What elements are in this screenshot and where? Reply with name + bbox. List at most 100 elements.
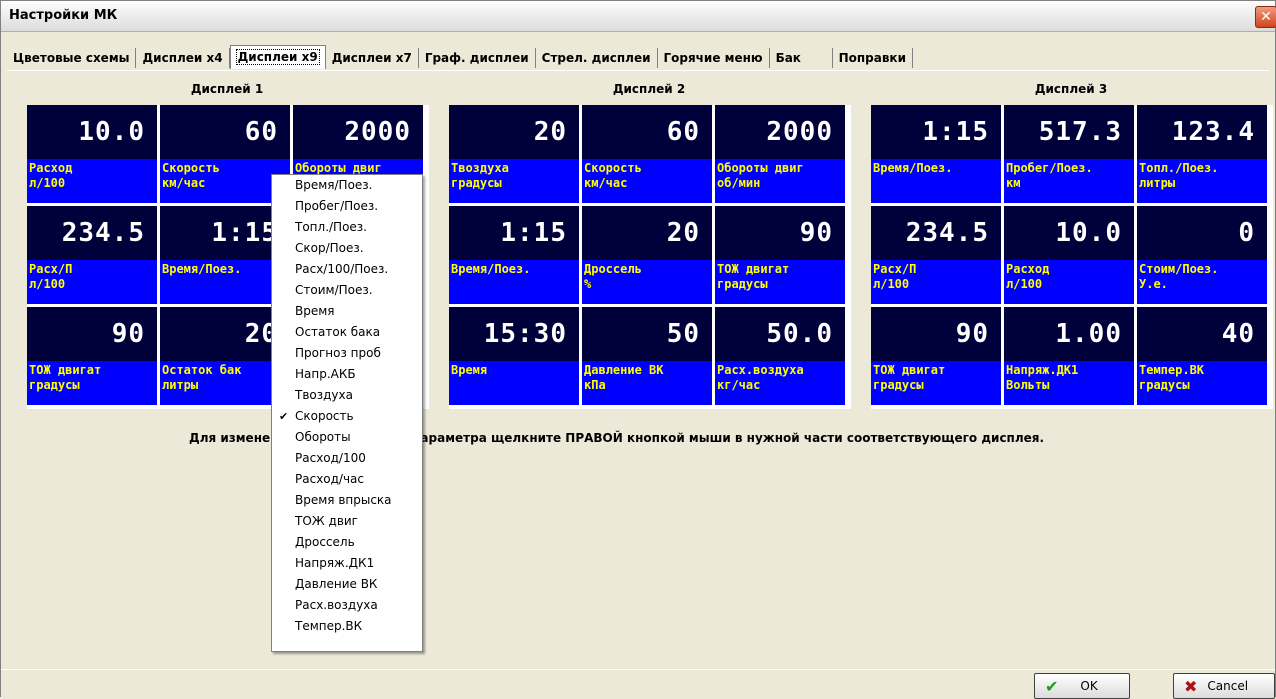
check-icon: ✔ [1045,676,1059,696]
display-cell[interactable]: 90 ТОЖ двигат градусы [715,206,845,304]
display-cell[interactable]: 10.0 Расход л/100 [1004,206,1134,304]
display-cell[interactable]: 1:15 Время/Поез. [871,105,1001,203]
cell-label-name: ТОЖ двигат [873,362,946,377]
cell-value: 234.5 [871,206,1001,260]
menu-item[interactable]: Расх.воздуха [272,595,422,616]
cell-label: ТОЖ двигат градусы [871,360,1001,405]
display-cell[interactable]: 1:15 Время/Поез. [449,206,579,304]
cell-label-unit: км [1006,175,1021,190]
tab-displays-x9[interactable]: Дисплеи х9 [229,45,326,69]
cell-label-name: Расход [1006,261,1050,276]
cell-label: Твоздуха градусы [449,158,579,203]
menu-item[interactable]: Время [272,301,422,322]
menu-item[interactable]: Скор/Поез. [272,238,422,259]
cell-label: Напряж.ДК1 Вольты [1004,360,1134,405]
menu-item[interactable]: ТОЖ двиг [272,511,422,532]
display-cell[interactable]: 90 ТОЖ двигат градусы [871,307,1001,405]
tab-gauge-displays[interactable]: Стрел. дисплеи [536,48,658,68]
close-icon[interactable]: ✕ [1255,6,1276,28]
display-cell[interactable]: 0 Стоим/Поез. У.е. [1137,206,1267,304]
display-cell[interactable]: 123.4 Топл./Поез. литры [1137,105,1267,203]
context-menu: Время/Поез. Пробег/Поез. Топл./Поез. Скор/П… [271,174,423,652]
menu-item[interactable]: Дроссель [272,532,422,553]
display-cell[interactable]: 50.0 Расх.воздуха кг/час [715,307,845,405]
cancel-button[interactable]: ✖ Cancel [1173,673,1275,699]
tab-displays-x4[interactable]: Дисплеи х4 [136,48,230,68]
cell-label-name: ТОЖ двигат [29,362,102,377]
tab-displays-x7[interactable]: Дисплеи х7 [326,48,419,68]
menu-item[interactable]: Обороты [272,427,422,448]
menu-item[interactable]: Пробег/Поез. [272,196,422,217]
menu-item[interactable]: Напр.АКБ [272,364,422,385]
menu-item[interactable]: Прогноз проб [272,343,422,364]
menu-item[interactable]: Напряж.ДК1 [272,553,422,574]
cell-label-unit: градусы [1139,377,1190,392]
menu-item[interactable]: Стоим/Поез. [272,280,422,301]
cell-label-name: Скорость [162,160,220,175]
tab-strip: Цветовые схемы Дисплеи х4 Дисплеи х9 Дис… [7,45,913,70]
cell-value: 1:15 [449,206,579,260]
menu-item[interactable]: Топл./Поез. [272,217,422,238]
menu-item[interactable]: Расх/100/Поез. [272,259,422,280]
display-1-title: Дисплей 1 [190,82,264,96]
display-3-title: Дисплей 3 [1034,82,1108,96]
cell-value: 2000 [715,105,845,159]
menu-item-label: Скорость [295,409,354,423]
cell-value: 90 [715,206,845,260]
menu-item[interactable]: Остаток бака [272,322,422,343]
title-bar[interactable]: Настройки МК ✕ [1,1,1276,32]
menu-item-label: Давление ВК [295,577,378,591]
display-cell[interactable]: 90 ТОЖ двигат градусы [27,307,157,405]
display-cell[interactable]: 2000Обороты двигоб/мин [715,105,845,203]
display-cell[interactable]: 15:30 Время [449,307,579,405]
menu-item[interactable]: Время впрыска [272,490,422,511]
cell-label-name: ТОЖ двигат [717,261,790,276]
display-cell[interactable]: 20 Дроссель% [582,206,712,304]
display-cell[interactable]: 234.5 Расх/П л/100 [871,206,1001,304]
tab-color-schemes[interactable]: Цветовые схемы [7,48,137,68]
menu-item[interactable]: ✔ Скорость [272,406,422,427]
menu-item[interactable]: Темпер.ВК [272,616,422,637]
tab-label: Граф. дисплеи [424,51,529,65]
ok-button[interactable]: ✔ OK [1034,673,1130,699]
display-cell[interactable]: 1.00 Напряж.ДК1 Вольты [1004,307,1134,405]
menu-item-label: ТОЖ двиг [295,514,358,528]
cell-label: Давление ВК кПа [582,360,712,405]
display-3: 1:15 Время/Поез. 517.3 Пробег/Поез. км 123.4 Т… [871,105,1273,409]
cell-label-unit: л/100 [29,276,66,291]
cell-label-name: Твоздуха [451,160,509,175]
cell-value: 20 [449,105,579,159]
cell-label-name: Стоим/Поез. [1139,261,1219,276]
menu-item[interactable]: Давление ВК [272,574,422,595]
menu-item[interactable]: Расход/100 [272,448,422,469]
settings-window: Настройки МК ✕ Цветовые схемы Дисплеи х4… [0,0,1276,699]
cell-value: 10.0 [1004,206,1134,260]
display-cell[interactable]: 10.0 Расход л/100 [27,105,157,203]
display-cell[interactable]: 40 Темпер.ВК градусы [1137,307,1267,405]
display-cell[interactable]: 50 Давление ВК кПа [582,307,712,405]
cell-label: Расх/П л/100 [27,259,157,304]
display-cell[interactable]: 234.5 Расх/П л/100 [27,206,157,304]
tab-corrections[interactable]: Поправки [833,48,913,68]
display-cell[interactable]: 517.3 Пробег/Поез. км [1004,105,1134,203]
cell-label-unit: км/час [162,175,206,190]
menu-item[interactable]: Время/Поез. [272,175,422,196]
cell-label: Расх/П л/100 [871,259,1001,304]
tab-tank[interactable]: Бак [770,48,833,68]
tab-hot-menus[interactable]: Горячие меню [658,48,770,68]
cell-label-name: Время/Поез. [451,261,531,276]
menu-item[interactable]: Расход/час [272,469,422,490]
display-cell[interactable]: 60 Скорость км/час [582,105,712,203]
tab-graph-displays[interactable]: Граф. дисплеи [419,48,536,68]
cell-label-name: Время/Поез. [162,261,242,276]
tab-label: Поправки [838,51,906,65]
cell-value: 50 [582,307,712,361]
tab-label: Дисплеи х4 [142,51,223,65]
cell-label-name: Давление ВК [584,362,664,377]
display-cell[interactable]: 20 Твоздуха градусы [449,105,579,203]
cell-label-unit: градусы [873,377,924,392]
menu-item-label: Время впрыска [295,493,392,507]
menu-item-label: Пробег/Поез. [295,199,379,213]
cell-label-name: Скорость [584,160,642,175]
menu-item[interactable]: Твоздуха [272,385,422,406]
